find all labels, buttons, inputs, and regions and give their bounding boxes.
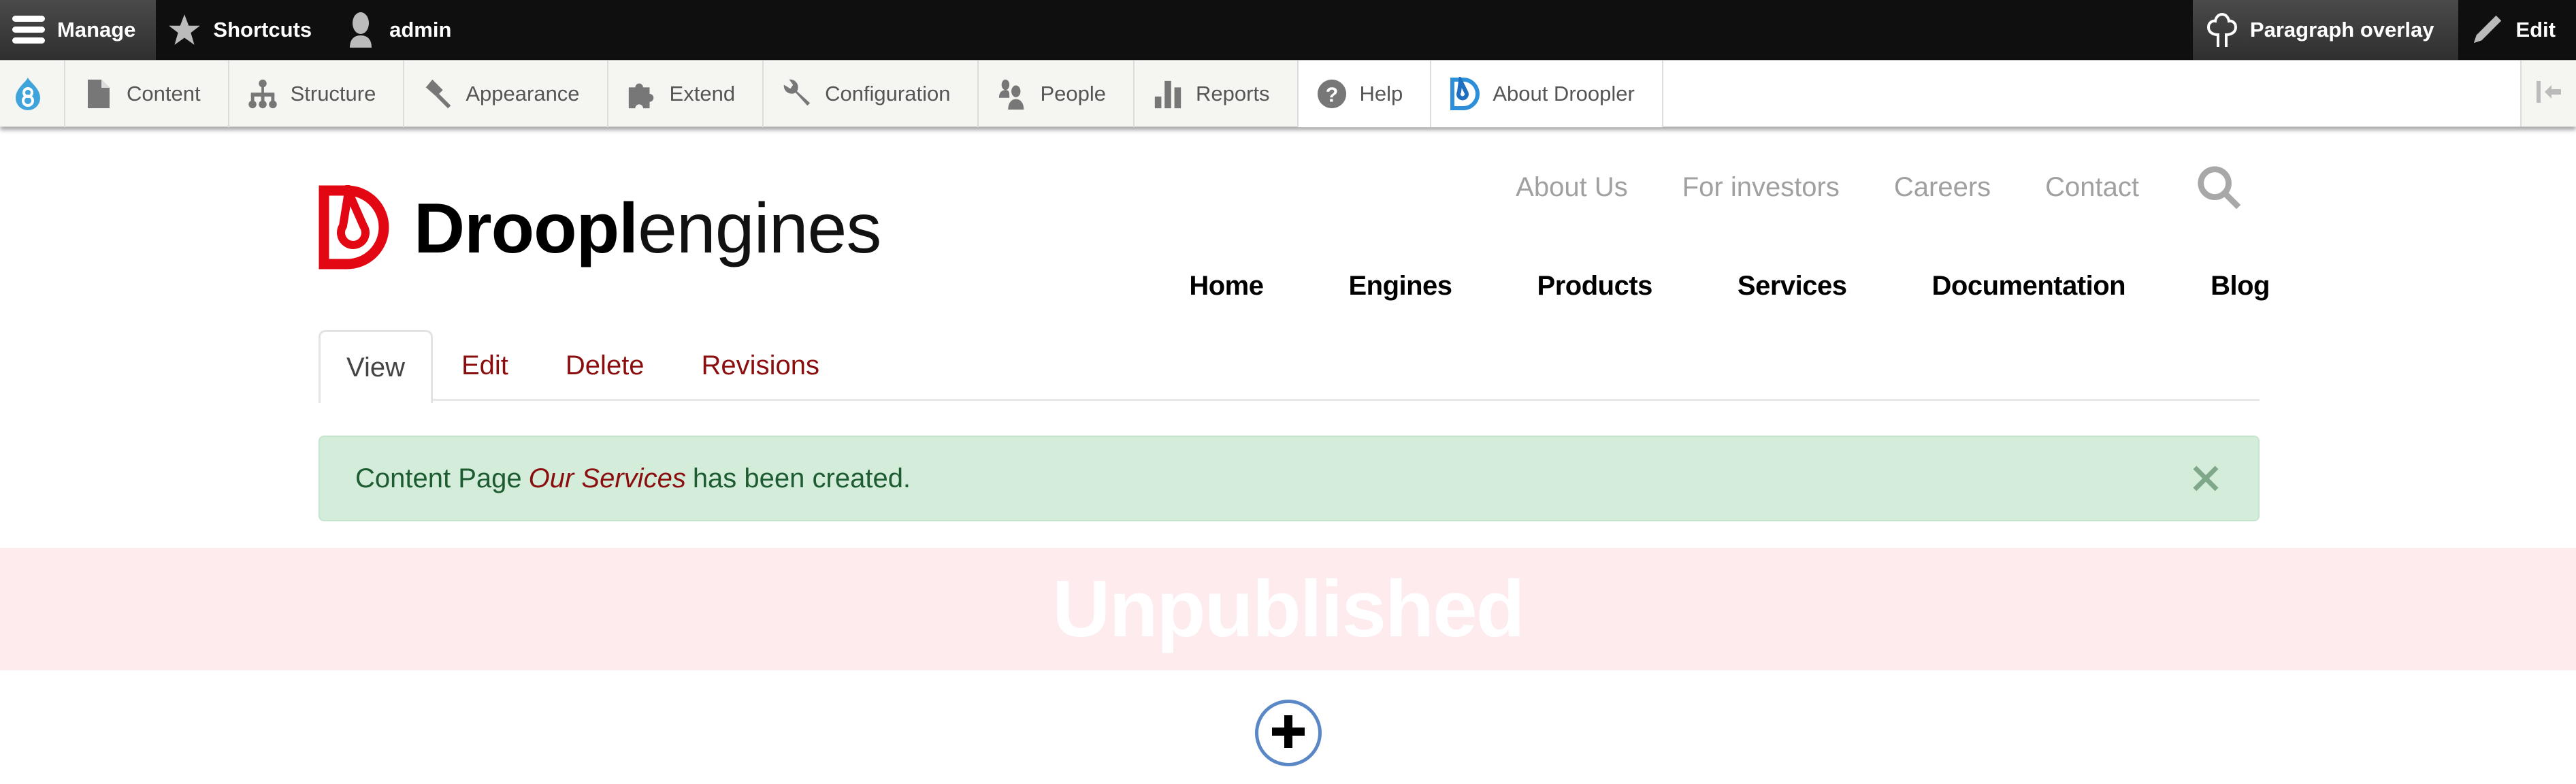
unpublished-label: Unpublished: [1052, 564, 1525, 654]
tray-item-label: Content: [127, 82, 201, 105]
tab-delete[interactable]: Delete: [537, 330, 673, 401]
edit-label: Edit: [2515, 18, 2556, 42]
tray-item-label: Configuration: [825, 82, 951, 105]
add-paragraph-button[interactable]: [1255, 700, 1322, 766]
main-nav: Home Engines Products Services Documenta…: [1104, 271, 2270, 301]
drupal-logo-icon: [12, 78, 44, 110]
tray-item-label: Help: [1359, 82, 1403, 105]
manage-button[interactable]: Manage: [0, 0, 157, 60]
droopler-icon: [1449, 77, 1480, 110]
tray-item-extend[interactable]: Extend: [608, 61, 764, 127]
secondary-nav: About Us For investors Careers Contact: [1461, 163, 2243, 211]
file-icon: [83, 78, 114, 110]
admin-tray: Content Structure Appearance Extend Conf…: [0, 60, 2576, 127]
people-icon: [996, 78, 1028, 110]
paragraph-overlay-button[interactable]: Paragraph overlay: [2192, 0, 2459, 60]
tray-item-reports[interactable]: Reports: [1135, 61, 1299, 127]
tray-item-label: About Droopler: [1493, 82, 1635, 105]
unpublished-banner: Unpublished: [0, 548, 2576, 670]
sitemap-icon: [247, 78, 278, 110]
tray-item-about-droopler[interactable]: About Droopler: [1431, 61, 1663, 127]
nav-link-contact[interactable]: Contact: [2045, 172, 2139, 203]
puzzle-icon: [626, 78, 657, 110]
tab-view[interactable]: View: [319, 330, 433, 403]
tray-item-appearance[interactable]: Appearance: [404, 61, 608, 127]
tray-item-content[interactable]: Content: [65, 61, 229, 127]
user-button[interactable]: admin: [332, 0, 472, 60]
admin-toolbar: Manage Shortcuts admin Paragraph overlay…: [0, 0, 2576, 60]
tray-item-label: Reports: [1196, 82, 1270, 105]
paintbrush-icon: [422, 78, 453, 110]
message-prefix: Content Page: [355, 463, 522, 493]
collapse-left-icon: [2535, 78, 2562, 109]
tray-item-help[interactable]: ? Help: [1298, 61, 1432, 127]
manage-label: Manage: [57, 18, 136, 42]
main-nav-documentation[interactable]: Documentation: [1932, 271, 2126, 301]
tray-item-label: Appearance: [466, 82, 580, 105]
message-node-link[interactable]: Our Services: [529, 463, 686, 494]
paragraph-overlay-label: Paragraph overlay: [2249, 18, 2434, 42]
star-icon: [167, 12, 202, 48]
user-icon: [343, 12, 378, 48]
droopler-logo-icon: [319, 177, 399, 273]
tray-item-structure[interactable]: Structure: [229, 61, 405, 127]
search-icon[interactable]: [2195, 163, 2243, 211]
local-tasks-tabs: View Edit Delete Revisions: [319, 330, 2260, 403]
bar-chart-icon: [1152, 78, 1184, 110]
shortcuts-button[interactable]: Shortcuts: [156, 0, 332, 60]
drupal-home-link[interactable]: [0, 61, 65, 127]
tray-item-label: Extend: [669, 82, 736, 105]
wrench-icon: [781, 78, 813, 110]
main-nav-products[interactable]: Products: [1537, 271, 1653, 301]
pencil-icon: [2469, 12, 2505, 48]
main-nav-engines[interactable]: Engines: [1348, 271, 1452, 301]
nav-link-about-us[interactable]: About Us: [1516, 172, 1628, 203]
help-icon: ?: [1316, 78, 1348, 110]
edit-button[interactable]: Edit: [2458, 0, 2576, 60]
tray-item-configuration[interactable]: Configuration: [764, 61, 979, 127]
status-message: Content Page Our Services has been creat…: [319, 436, 2260, 521]
tray-item-people[interactable]: People: [979, 61, 1135, 127]
main-nav-blog[interactable]: Blog: [2211, 271, 2270, 301]
shortcuts-label: Shortcuts: [213, 18, 312, 42]
message-suffix: has been created.: [692, 463, 911, 493]
svg-text:?: ?: [1325, 84, 1338, 107]
site-logo[interactable]: Drooplengines: [319, 177, 881, 273]
user-label: admin: [389, 18, 452, 42]
tray-item-label: Structure: [290, 82, 376, 105]
tab-edit[interactable]: Edit: [433, 330, 537, 401]
close-icon[interactable]: [2190, 463, 2221, 494]
logo-text: Drooplengines: [414, 189, 881, 268]
tray-item-label: People: [1040, 82, 1106, 105]
tree-icon: [2204, 12, 2239, 48]
tray-orientation-toggle[interactable]: [2520, 61, 2576, 127]
main-nav-home[interactable]: Home: [1189, 271, 1264, 301]
hamburger-icon: [11, 12, 46, 48]
plus-icon: [1268, 711, 1309, 755]
main-nav-services[interactable]: Services: [1738, 271, 1847, 301]
nav-link-for-investors[interactable]: For investors: [1682, 172, 1840, 203]
nav-link-careers[interactable]: Careers: [1894, 172, 1991, 203]
tab-revisions[interactable]: Revisions: [673, 330, 848, 401]
